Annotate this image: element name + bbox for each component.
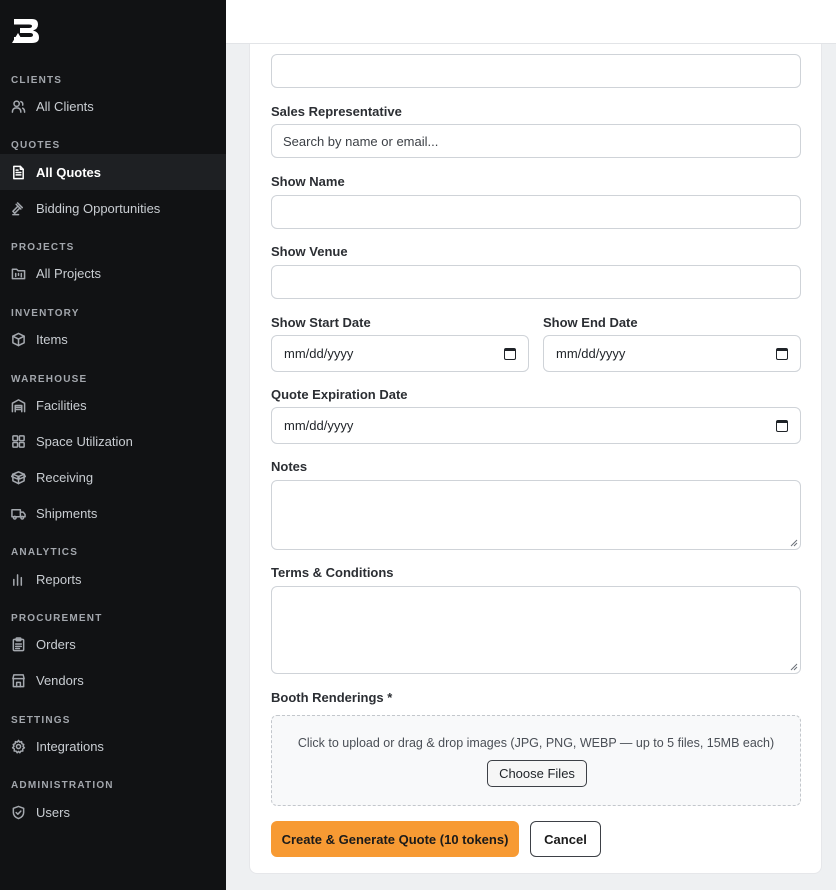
booth-renderings-dropzone[interactable]: Click to upload or drag & drop images (J… <box>271 715 801 806</box>
users-icon <box>10 98 26 114</box>
terms-textarea[interactable] <box>271 586 801 674</box>
show-venue-label: Show Venue <box>271 244 348 259</box>
booth-renderings-label: Booth Renderings * <box>271 690 393 705</box>
sidebar-item-all-projects[interactable]: All Projects <box>0 255 226 291</box>
sales-rep-label: Sales Representative <box>271 104 402 119</box>
show-name-input[interactable] <box>271 195 801 229</box>
section-projects: PROJECTS <box>11 242 75 253</box>
notes-label: Notes <box>271 459 308 474</box>
bar-chart-icon <box>10 571 26 587</box>
sidebar-item-integrations[interactable]: Integrations <box>0 728 226 764</box>
top-bar <box>226 0 836 44</box>
sidebar-item-label: Vendors <box>36 672 84 688</box>
calendar-icon[interactable] <box>776 419 788 432</box>
sidebar-item-facilities[interactable]: Facilities <box>0 387 226 423</box>
sidebar-item-label: Users <box>36 804 70 820</box>
quote-expiration-date-input[interactable]: mm/dd/yyyy <box>271 407 801 444</box>
sidebar-item-label: Space Utilization <box>36 433 133 449</box>
clipped-top-field[interactable] <box>271 54 801 88</box>
clipboard-list-icon <box>10 636 26 652</box>
store-icon <box>10 672 26 688</box>
calendar-icon[interactable] <box>776 347 788 360</box>
show-venue-input[interactable] <box>271 265 801 299</box>
sales-rep-search-input[interactable] <box>271 124 801 158</box>
choose-files-button[interactable]: Choose Files <box>487 760 587 787</box>
document-icon <box>10 164 26 180</box>
dropzone-hint: Click to upload or drag & drop images (J… <box>297 736 775 750</box>
sidebar-item-reports[interactable]: Reports <box>0 561 226 597</box>
calendar-icon[interactable] <box>504 347 516 360</box>
terms-label: Terms & Conditions <box>271 565 394 580</box>
date-value: mm/dd/yyyy <box>284 418 354 433</box>
sidebar-item-label: Facilities <box>36 397 87 413</box>
section-warehouse: WAREHOUSE <box>11 374 88 385</box>
quote-expiration-label: Quote Expiration Date <box>271 387 408 402</box>
sidebar-item-label: Orders <box>36 636 76 652</box>
notes-textarea[interactable] <box>271 480 801 550</box>
sidebar-item-all-clients[interactable]: All Clients <box>0 88 226 124</box>
sidebar-item-label: All Quotes <box>36 164 102 180</box>
section-procurement: PROCUREMENT <box>11 613 103 624</box>
sidebar-item-bidding[interactable]: Bidding Opportunities <box>0 190 226 226</box>
resize-handle-icon[interactable] <box>790 539 798 547</box>
show-name-label: Show Name <box>271 174 345 189</box>
sidebar-item-label: Bidding Opportunities <box>36 200 161 216</box>
sidebar-item-label: Shipments <box>36 505 98 521</box>
package-open-icon <box>10 469 26 485</box>
truck-icon <box>10 505 26 521</box>
section-quotes: QUOTES <box>11 140 61 151</box>
brand-logo[interactable] <box>10 16 42 46</box>
gear-icon <box>10 738 26 754</box>
grid-icon <box>10 433 26 449</box>
section-inventory: INVENTORY <box>11 308 80 319</box>
show-end-date-label: Show End Date <box>543 315 638 330</box>
section-clients: CLIENTS <box>11 75 63 86</box>
show-end-date-input[interactable]: mm/dd/yyyy <box>543 335 801 372</box>
sidebar-item-shipments[interactable]: Shipments <box>0 495 226 531</box>
section-analytics: ANALYTICS <box>11 547 79 558</box>
cancel-button[interactable]: Cancel <box>530 821 601 857</box>
resize-handle-icon[interactable] <box>790 663 798 671</box>
folder-kanban-icon <box>10 265 26 281</box>
date-value: mm/dd/yyyy <box>556 346 626 361</box>
sidebar-item-label: All Projects <box>36 265 102 281</box>
sidebar-item-label: Integrations <box>36 738 104 754</box>
sidebar-item-label: Items <box>36 331 68 347</box>
sidebar: CLIENTS All Clients QUOTES All Quotes Bi… <box>0 0 226 890</box>
section-administration: ADMINISTRATION <box>11 780 114 791</box>
section-settings: SETTINGS <box>11 715 71 726</box>
shield-check-icon <box>10 804 26 820</box>
sidebar-item-items[interactable]: Items <box>0 321 226 357</box>
package-icon <box>10 331 26 347</box>
gavel-icon <box>10 200 26 216</box>
create-generate-quote-button[interactable]: Create & Generate Quote (10 tokens) <box>271 821 519 857</box>
sidebar-item-label: Reports <box>36 571 82 587</box>
sidebar-item-orders[interactable]: Orders <box>0 626 226 662</box>
warehouse-icon <box>10 397 26 413</box>
sidebar-item-all-quotes[interactable]: All Quotes <box>0 154 226 190</box>
sidebar-item-space-utilization[interactable]: Space Utilization <box>0 423 226 459</box>
date-value: mm/dd/yyyy <box>284 346 354 361</box>
sidebar-item-users[interactable]: Users <box>0 794 226 830</box>
sidebar-item-receiving[interactable]: Receiving <box>0 459 226 495</box>
show-start-date-input[interactable]: mm/dd/yyyy <box>271 335 529 372</box>
sidebar-item-label: Receiving <box>36 469 94 485</box>
sidebar-item-vendors[interactable]: Vendors <box>0 662 226 698</box>
show-start-date-label: Show Start Date <box>271 315 371 330</box>
sidebar-item-label: All Clients <box>36 98 94 114</box>
